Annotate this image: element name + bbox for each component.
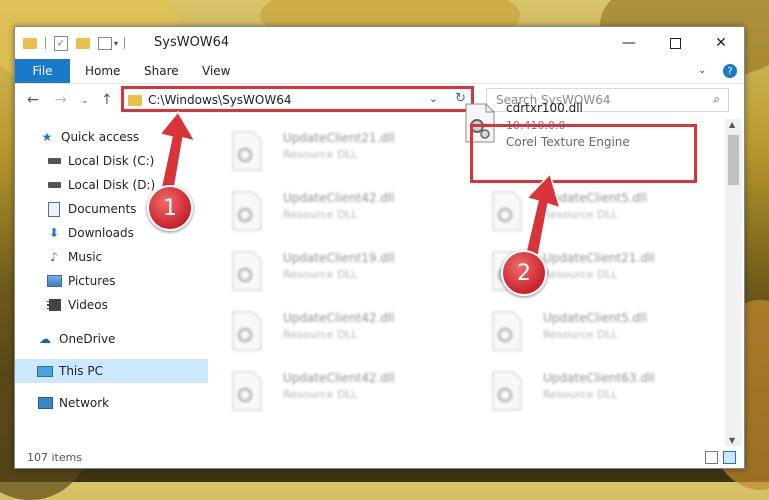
scrollbar-thumb[interactable] [728, 135, 739, 185]
help-icon[interactable]: ? [723, 64, 737, 78]
quick-access-toolbar: ✓ ▾ [23, 35, 126, 51]
status-bar: 107 items [15, 446, 744, 468]
sidebar-item-label: Pictures [68, 274, 116, 288]
file-list: UpdateClient21.dll Resource DLL UpdateCl… [213, 119, 723, 446]
dll-file-icon [231, 311, 263, 351]
sidebar-item-local-disk-d[interactable]: Local Disk (D:) 📌 [15, 173, 239, 197]
step-badge-1: 1 [147, 185, 193, 231]
new-folder-icon[interactable] [76, 37, 90, 49]
sidebar-item-pictures[interactable]: Pictures 📌 [15, 269, 239, 293]
sidebar-item-label: Downloads [68, 226, 134, 240]
tab-view[interactable]: View [202, 59, 230, 83]
sidebar-item-this-pc[interactable]: This PC [15, 359, 208, 383]
file-version: 10.410.0.0 [506, 119, 566, 132]
sidebar-item-label: Videos [68, 298, 108, 312]
chevron-down-icon[interactable]: ⌄ [429, 92, 438, 105]
forward-button[interactable]: → [55, 92, 67, 108]
file-description: Corel Texture Engine [506, 135, 630, 149]
file-item[interactable]: UpdateClient42.dll Resource DLL [213, 367, 433, 419]
properties-icon[interactable]: ✓ [54, 35, 68, 51]
sidebar-item-onedrive[interactable]: ☁ OneDrive [15, 327, 230, 351]
sidebar-item-local-disk-c[interactable]: Local Disk (C:) 📌 [15, 149, 239, 173]
file-item[interactable]: UpdateClient5.dll Resource DLL [473, 187, 693, 239]
sidebar-item-label: This PC [59, 364, 103, 378]
address-path[interactable]: C:\Windows\SysWOW64 [148, 93, 292, 107]
drive-icon [46, 154, 62, 168]
sidebar-item-downloads[interactable]: ⬇ Downloads 📌 [15, 221, 239, 245]
tab-home[interactable]: Home [85, 59, 120, 83]
details-view-icon[interactable] [705, 451, 718, 464]
file-item[interactable]: UpdateClient42.dll Resource DLL [213, 307, 433, 359]
recent-locations-button[interactable]: ⌄ [81, 96, 89, 106]
sidebar-item-label: OneDrive [59, 332, 116, 346]
scroll-down-icon[interactable]: ▼ [729, 436, 735, 445]
sidebar-item-label: Local Disk (D:) [68, 178, 156, 192]
scroll-up-icon[interactable]: ▲ [729, 120, 735, 129]
navigation-pane: ★ Quick access Local Disk (C:) 📌 Local D… [15, 119, 235, 446]
drive-icon [46, 178, 62, 192]
dll-file-icon [491, 371, 523, 411]
sidebar-item-label: Quick access [61, 130, 140, 144]
folder-icon [128, 94, 142, 106]
dll-file-icon [491, 191, 523, 231]
separator [45, 37, 46, 49]
computer-icon [37, 364, 53, 378]
folder-icon[interactable] [23, 37, 37, 49]
vertical-scrollbar[interactable]: ▲ ▼ [725, 119, 742, 446]
large-icons-view-icon[interactable] [723, 451, 736, 464]
file-item[interactable]: UpdateClient19.dll Resource DLL [213, 247, 433, 299]
sidebar-item-videos[interactable]: Videos 📌 [15, 293, 239, 317]
customize-icon[interactable] [98, 36, 112, 50]
search-icon: ⌕ [713, 92, 720, 106]
close-icon: ✕ [715, 35, 727, 51]
sidebar-item-music[interactable]: ♪ Music 📌 [15, 245, 239, 269]
explorer-window: ✓ ▾ SysWOW64 — ✕ File Home Share View ⌄ … [14, 26, 745, 469]
file-item[interactable]: UpdateClient42.dll Resource DLL [213, 187, 433, 239]
step-badge-2: 2 [501, 250, 547, 296]
sidebar-item-label: Music [68, 250, 103, 264]
ribbon: File Home Share View ⌄ ? [15, 59, 744, 84]
file-item[interactable]: UpdateClient63.dll Resource DLL [473, 367, 693, 419]
sidebar-item-label: Documents [68, 202, 137, 216]
file-item-cdrtxr100[interactable]: cdrtxr100.dll 10.410.0.0 Corel Texture E… [459, 100, 679, 154]
close-button[interactable]: ✕ [698, 27, 744, 59]
up-button[interactable]: ↑ [101, 92, 113, 108]
dll-file-icon [231, 251, 263, 291]
item-count: 107 items [27, 450, 83, 464]
download-icon: ⬇ [48, 226, 60, 240]
dll-file-icon [491, 311, 523, 351]
window-title: SysWOW64 [154, 35, 230, 50]
file-name: cdrtxr100.dll [506, 101, 583, 115]
tab-share[interactable]: Share [144, 59, 179, 83]
minimize-icon: — [622, 35, 636, 51]
expand-ribbon-icon[interactable]: ⌄ [698, 65, 706, 76]
dll-file-icon [231, 371, 263, 411]
sidebar-item-quick-access[interactable]: ★ Quick access [15, 125, 232, 149]
dll-file-icon [231, 191, 263, 231]
cloud-icon: ☁ [39, 332, 51, 346]
sidebar-item-network[interactable]: Network [15, 391, 230, 415]
documents-icon [46, 201, 62, 217]
minimize-button[interactable]: — [606, 27, 652, 59]
address-bar[interactable]: C:\Windows\SysWOW64 ⌄ ↻ [121, 88, 473, 112]
dll-file-icon [464, 103, 496, 146]
file-item[interactable]: UpdateClient5.dll Resource DLL [473, 307, 693, 359]
sidebar-item-label: Network [59, 396, 110, 410]
tab-file[interactable]: File [15, 59, 70, 83]
music-icon: ♪ [50, 250, 58, 264]
videos-icon [46, 298, 62, 312]
star-icon: ★ [41, 130, 53, 144]
sidebar-item-label: Local Disk (C:) [68, 154, 155, 168]
sidebar-item-documents[interactable]: Documents 📌 [15, 197, 239, 221]
network-icon [37, 396, 53, 410]
title-bar: ✓ ▾ SysWOW64 — ✕ [15, 27, 744, 59]
separator [124, 37, 126, 49]
dll-file-icon [231, 131, 263, 171]
maximize-icon [669, 37, 681, 49]
pictures-icon [46, 274, 62, 288]
back-button[interactable]: ← [27, 92, 39, 108]
chevron-down-icon[interactable]: ▾ [114, 39, 118, 48]
file-item[interactable]: UpdateClient21.dll Resource DLL [213, 127, 433, 179]
maximize-button[interactable] [652, 27, 698, 59]
